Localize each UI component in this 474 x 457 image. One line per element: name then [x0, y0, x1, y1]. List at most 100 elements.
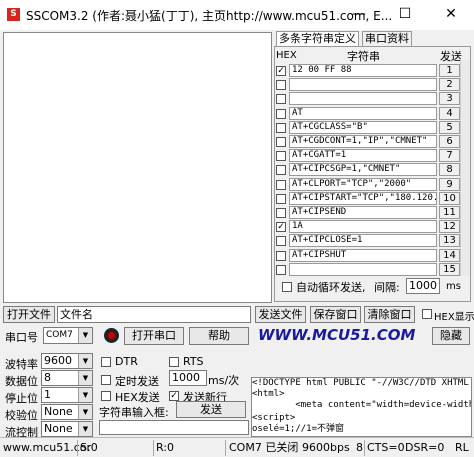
file-name-input[interactable]: 文件名 — [57, 306, 251, 323]
row-hex-checkbox[interactable] — [276, 180, 286, 190]
chevron-down-icon: ▼ — [78, 405, 92, 419]
row-string-input[interactable]: AT+CIPCSGP=1,"CMNET" — [289, 163, 437, 176]
website-link[interactable]: WWW.MCU51.COM — [258, 326, 415, 344]
row-string-input[interactable]: AT+CIPCLOSE=1 — [289, 234, 437, 247]
status-sent: S:0 — [80, 441, 98, 454]
save-window-button[interactable]: 保存窗口 — [310, 306, 361, 323]
baud-value: 9600 — [44, 354, 72, 367]
hide-button[interactable]: 隐藏 — [432, 327, 470, 345]
row-hex-checkbox[interactable] — [276, 80, 286, 90]
hex-send-checkbox[interactable] — [101, 391, 111, 401]
row-string-input[interactable] — [289, 78, 437, 91]
panel-tabs: 多条字符串定义 串口资料 — [276, 31, 471, 46]
row-string-input[interactable]: 12 00 FF 88 — [289, 64, 437, 77]
row-hex-checkbox[interactable] — [276, 151, 286, 161]
app-icon: S — [7, 8, 20, 21]
chevron-down-icon: ▼ — [78, 354, 92, 368]
row-hex-checkbox[interactable] — [276, 251, 286, 261]
row-send-button[interactable]: 12 — [439, 220, 460, 233]
row-string-input[interactable]: AT+CIPSEND — [289, 206, 437, 219]
status-received: R:0 — [156, 441, 175, 454]
open-port-button[interactable]: 打开串口 — [124, 327, 184, 345]
minimize-button[interactable]: — — [336, 0, 382, 30]
status-divider — [364, 440, 365, 456]
string-input[interactable] — [99, 420, 249, 435]
rts-checkbox[interactable] — [169, 357, 179, 367]
row-send-button[interactable]: 14 — [439, 249, 460, 262]
baud-select[interactable]: 9600 ▼ — [41, 353, 93, 369]
row-string-input[interactable]: AT+CGDCONT=1,"IP","CMNET" — [289, 135, 437, 148]
row-hex-checkbox[interactable]: ✓ — [276, 222, 286, 232]
tab-multi-strings[interactable]: 多条字符串定义 — [276, 31, 359, 46]
row-hex-checkbox[interactable]: ✓ — [276, 66, 286, 76]
databits-select[interactable]: 8 ▼ — [41, 370, 93, 386]
row-send-button[interactable]: 5 — [439, 121, 460, 134]
status-dsr: DSR=0 — [405, 441, 445, 454]
send-file-button[interactable]: 发送文件 — [255, 306, 306, 323]
row-hex-checkbox[interactable] — [276, 94, 286, 104]
send-text-area[interactable]: <!DOCTYPE html PUBLIC "-//W3C//DTD XHTML… — [251, 377, 472, 414]
row-hex-checkbox[interactable] — [276, 194, 286, 204]
row-send-button[interactable]: 1 — [439, 64, 460, 77]
row-send-button[interactable]: 6 — [439, 135, 460, 148]
help-button[interactable]: 帮助 — [189, 327, 249, 345]
row-send-button[interactable]: 8 — [439, 163, 460, 176]
row-hex-checkbox[interactable] — [276, 208, 286, 218]
dtr-checkbox[interactable] — [101, 357, 111, 367]
open-file-button[interactable]: 打开文件 — [3, 306, 55, 323]
send-newline-checkbox[interactable]: ✓ — [169, 391, 179, 401]
row-string-input[interactable]: AT+CIPSHUT — [289, 249, 437, 262]
string-list-scrollbar[interactable] — [460, 60, 470, 276]
hex-column-header: HEX — [276, 50, 297, 61]
row-send-button[interactable]: 11 — [439, 206, 460, 219]
row-send-button[interactable]: 15 — [439, 263, 460, 276]
row-send-button[interactable]: 10 — [439, 192, 460, 205]
port-label: 串口号 — [5, 331, 38, 344]
row-send-button[interactable]: 4 — [439, 107, 460, 120]
row-hex-checkbox[interactable] — [276, 109, 286, 119]
auto-loop-checkbox[interactable] — [282, 282, 292, 292]
hex-display-checkbox[interactable] — [422, 309, 432, 319]
status-divider — [153, 440, 154, 456]
send-line: <script> — [252, 413, 296, 423]
chevron-down-icon: ▼ — [78, 422, 92, 436]
interval-input[interactable]: 1000 — [406, 278, 440, 294]
row-hex-checkbox[interactable] — [276, 137, 286, 147]
row-send-button[interactable]: 3 — [439, 92, 460, 105]
flow-select[interactable]: None ▼ — [41, 421, 93, 437]
row-send-button[interactable]: 9 — [439, 178, 460, 191]
maximize-button[interactable]: ☐ — [382, 0, 428, 30]
send-line: <!DOCTYPE html PUBLIC "-//W3C//DTD XHTML… — [252, 378, 472, 388]
timed-send-checkbox[interactable] — [101, 375, 111, 385]
status-cts: CTS=0 — [367, 441, 405, 454]
row-send-button[interactable]: 2 — [439, 78, 460, 91]
row-hex-checkbox[interactable] — [276, 265, 286, 275]
tab-port-info[interactable]: 串口资料 — [362, 31, 412, 46]
row-hex-checkbox[interactable] — [276, 236, 286, 246]
row-string-input[interactable]: AT — [289, 107, 437, 120]
clear-window-button[interactable]: 清除窗口 — [364, 306, 415, 323]
timed-interval-input[interactable]: 1000 — [169, 370, 207, 386]
auto-loop-label: 自动循环发送, — [296, 281, 366, 294]
send-text-area-lower[interactable]: <script> oselé=1;//1=不弹窗 — [251, 413, 472, 437]
receive-area[interactable] — [3, 32, 272, 303]
row-hex-checkbox[interactable] — [276, 165, 286, 175]
row-string-input[interactable]: AT+CGCLASS="B" — [289, 121, 437, 134]
close-button[interactable]: ✕ — [428, 0, 474, 30]
row-send-button[interactable]: 7 — [439, 149, 460, 162]
parity-label: 校验位 — [5, 409, 38, 422]
row-string-input[interactable] — [289, 92, 437, 105]
row-hex-checkbox[interactable] — [276, 123, 286, 133]
row-send-button[interactable]: 13 — [439, 234, 460, 247]
parity-select[interactable]: None ▼ — [41, 404, 93, 420]
row-string-input[interactable]: AT+CLPORT="TCP","2000" — [289, 178, 437, 191]
send-line: oselé=1;//1=不弹窗 — [252, 424, 345, 434]
stopbits-select[interactable]: 1 ▼ — [41, 387, 93, 403]
row-string-input[interactable]: AT+CGATT=1 — [289, 149, 437, 162]
row-string-input[interactable]: 1A — [289, 220, 437, 233]
port-select[interactable]: COM7 ▼ — [43, 327, 93, 344]
send-button[interactable]: 发送 — [176, 401, 246, 418]
row-string-input[interactable] — [289, 263, 437, 276]
row-string-input[interactable]: AT+CIPSTART="TCP","180.120. — [289, 192, 437, 205]
hex-send-label: HEX发送 — [115, 391, 160, 404]
